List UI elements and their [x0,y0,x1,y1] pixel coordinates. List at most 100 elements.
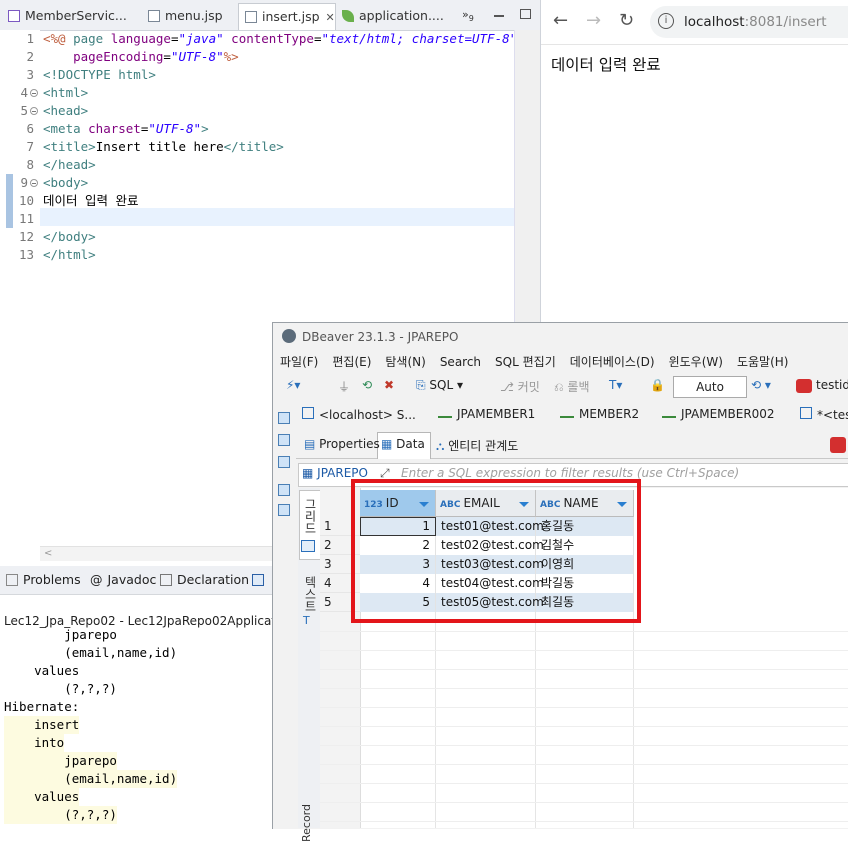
grid-line [320,688,848,689]
line-number: 2 [26,49,34,64]
tab-overflow-button[interactable]: »9 [462,8,474,23]
close-icon[interactable]: ✕ [326,11,335,24]
jsp-file-icon [245,11,257,23]
tab-application[interactable]: application.... [336,3,454,29]
database-icon[interactable] [278,434,290,446]
code-line: </head> [43,157,96,172]
reload-icon[interactable]: ↻ [619,10,634,31]
grid-line [320,745,848,746]
text-mode-label[interactable]: 텍스트 [302,576,319,612]
code-line: <title>Insert title here</title> [43,139,284,154]
fold-toggle-icon[interactable] [30,107,38,115]
console-line: insert [4,716,80,734]
menu-search[interactable]: Search [440,355,481,369]
lock-icon[interactable]: 🔒 [650,378,665,392]
tab-data[interactable]: ▦ Data [381,437,425,451]
rollback-button[interactable]: ⎌ 롤백 [554,378,590,395]
sql-script-icon [800,407,812,419]
tab-memberservice[interactable]: MemberServic... [2,3,140,29]
grid-line [320,631,848,632]
line-number: 4 [20,85,28,100]
menu-help[interactable]: 도움말(H) [737,353,789,370]
error-log-icon[interactable] [830,437,846,453]
code-line: </html> [43,247,96,262]
console-line: jparepo [4,627,117,642]
code-line: <%@ page language="java" contentType="te… [43,31,518,46]
history-icon[interactable]: ⟲ ▾ [751,378,771,392]
menu-window[interactable]: 윈도우(W) [669,353,723,370]
reconnect-icon[interactable]: ⟲ [362,378,372,392]
tab-javadoc[interactable]: @ Javadoc [90,572,156,587]
active-connection[interactable]: testid [816,378,848,392]
tab-properties[interactable]: ▤ Properties [304,437,380,451]
new-connection-icon[interactable]: ⚡▾ [286,378,300,392]
tab-jpamember002[interactable]: JPAMEMBER002 [662,407,775,421]
line-number: 11 [18,211,34,226]
tab-er-diagram[interactable]: ⛬ 엔티티 관계도 [436,437,518,454]
table-name-label: ▦ JPAREPO [302,466,368,480]
back-arrow-icon[interactable]: ← [553,10,568,31]
line-number: 8 [26,157,34,172]
console-line: Hibernate: [4,699,80,714]
tab-localhost-script[interactable]: <localhost> S... [302,407,416,422]
sql-editor-button[interactable]: ⎘ SQL ▾ [416,378,463,393]
grid-icon [301,540,315,552]
tab-member2[interactable]: MEMBER2 [560,407,639,421]
minimize-icon[interactable] [494,15,504,17]
restore-icon[interactable] [278,412,290,424]
console-output[interactable]: jparepo (email,name,id) values (?,?,?) H… [0,626,272,828]
console-line: (?,?,?) [4,806,117,824]
url-text[interactable]: localhost:8081/insert [684,14,827,30]
line-number: 9 [20,175,28,190]
grid-mode-label[interactable]: 그리드 [302,498,319,534]
disconnect-icon[interactable]: ⏚ [338,378,350,395]
auto-commit-select[interactable]: Auto [673,376,747,398]
editor-tab-bar: MemberServic... menu.jsp insert.jsp ✕ app… [0,0,540,31]
tab-menu-jsp[interactable]: menu.jsp [142,3,238,29]
line-number: 10 [18,193,34,208]
code-line: pageEncoding="UTF-8"%> [43,49,239,64]
tab-problems[interactable]: Problems [6,572,81,587]
commit-icon: ⎇ [500,380,518,394]
commit-button[interactable]: ⎇ 커밋 [500,378,540,395]
fold-toggle-icon[interactable] [30,89,38,97]
tab-declaration[interactable]: Declaration [160,572,249,587]
menu-navigate[interactable]: 탐색(N) [385,353,425,370]
data-grid-icon: ▦ [381,437,397,451]
er-diagram-icon: ⛬ [436,439,449,453]
line-number: 13 [18,247,34,262]
line-number-gutter: 1 2 3 4 5 6 7 8 9 10 11 12 13 [0,30,40,550]
declaration-icon [160,574,172,586]
menu-file[interactable]: 파일(F) [280,353,318,370]
table-icon [662,408,676,418]
browser-window [540,0,848,322]
line-number: 12 [18,229,34,244]
table-icon [560,408,574,418]
code-line: <!DOCTYPE html> [43,67,156,82]
record-mode-label[interactable]: Record [300,804,313,842]
tab-insert-jsp[interactable]: insert.jsp ✕ [238,3,336,30]
scroll-left-arrow-icon[interactable]: < [44,548,52,559]
fold-toggle-icon[interactable] [30,179,38,187]
console-line: (email,name,id) [4,770,178,788]
console-icon [252,574,264,586]
restore-icon[interactable] [278,484,290,496]
menu-database[interactable]: 데이터베이스(D) [570,353,655,370]
transaction-mode-icon[interactable]: T▾ [609,378,622,392]
maximize-icon[interactable] [520,9,531,19]
table-icon: ▦ [302,466,318,480]
projects-icon[interactable] [278,456,290,468]
tab-test-script[interactable]: *<tes [800,407,848,422]
menu-sql-editor[interactable]: SQL 편집기 [495,353,556,370]
tab-console[interactable] [252,572,269,587]
sql-script-icon [302,407,314,419]
cancel-icon[interactable]: ✖ [384,378,394,392]
tab-jpamember1[interactable]: JPAMEMBER1 [438,407,535,421]
problems-icon [6,574,18,586]
menu-edit[interactable]: 편집(E) [332,353,371,370]
oracle-icon [796,379,812,393]
info-icon[interactable]: i [658,13,674,29]
panel-icon[interactable] [278,504,290,516]
console-line: values [4,788,80,806]
forward-arrow-icon[interactable]: → [586,10,601,31]
